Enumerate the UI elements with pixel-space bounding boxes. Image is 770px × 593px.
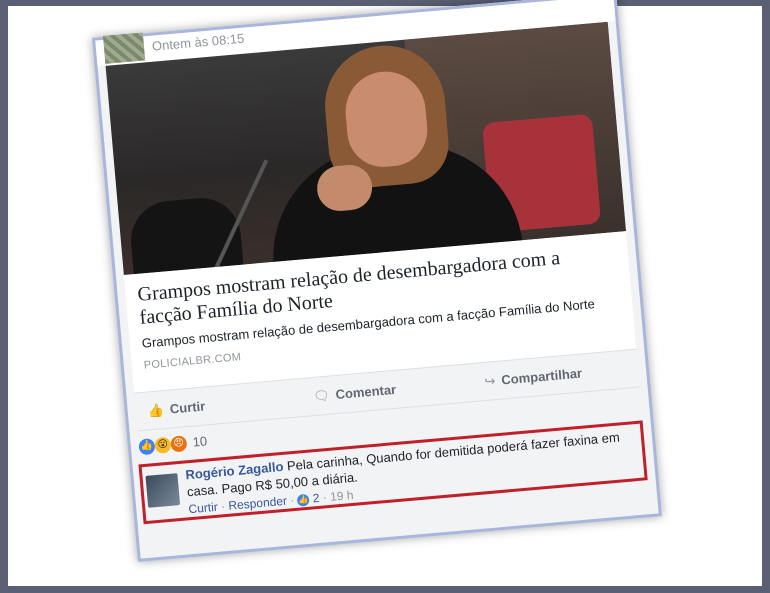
like-button[interactable]: 👍 Curtir xyxy=(147,398,206,419)
share-label: Compartilhar xyxy=(500,365,583,388)
like-icon: 👍 xyxy=(138,437,156,455)
share-button[interactable]: ↪ Compartilhar xyxy=(484,366,583,390)
facebook-post-card: Ontem às 08:15 Grampos mostram relação d… xyxy=(92,0,662,562)
reactions-count: 10 xyxy=(192,433,208,450)
article-source: POLICIALBR.COM xyxy=(143,351,242,372)
comment-label: Comentar xyxy=(334,381,397,403)
poster-avatar[interactable] xyxy=(102,32,146,64)
comment-item: Rogério Zagallo Pela carinha, Quando for… xyxy=(145,423,638,525)
share-icon: ↪ xyxy=(483,373,497,389)
comment-like-icon: 👍 xyxy=(297,493,311,507)
comment-icon: 🗨 xyxy=(312,387,331,404)
reactions-summary[interactable]: 👍 😮 😠 10 xyxy=(138,432,208,460)
comment-reply-link[interactable]: Responder xyxy=(228,494,288,513)
commenter-avatar[interactable] xyxy=(145,473,181,508)
comment-time[interactable]: 19 h xyxy=(330,488,354,504)
comment-body: Rogério Zagallo Pela carinha, Quando for… xyxy=(185,427,636,500)
comment-like-count[interactable]: 2 xyxy=(312,491,320,506)
wow-icon: 😮 xyxy=(154,436,172,454)
like-label: Curtir xyxy=(169,398,206,417)
comment-button[interactable]: 🗨 Comentar xyxy=(313,382,397,405)
comment-like-link[interactable]: Curtir xyxy=(188,500,218,517)
thumbs-up-icon: 👍 xyxy=(147,402,165,419)
angry-icon: 😠 xyxy=(170,434,188,453)
photo-robe-left xyxy=(127,194,246,276)
post-timestamp[interactable]: Ontem às 08:15 xyxy=(151,31,244,54)
